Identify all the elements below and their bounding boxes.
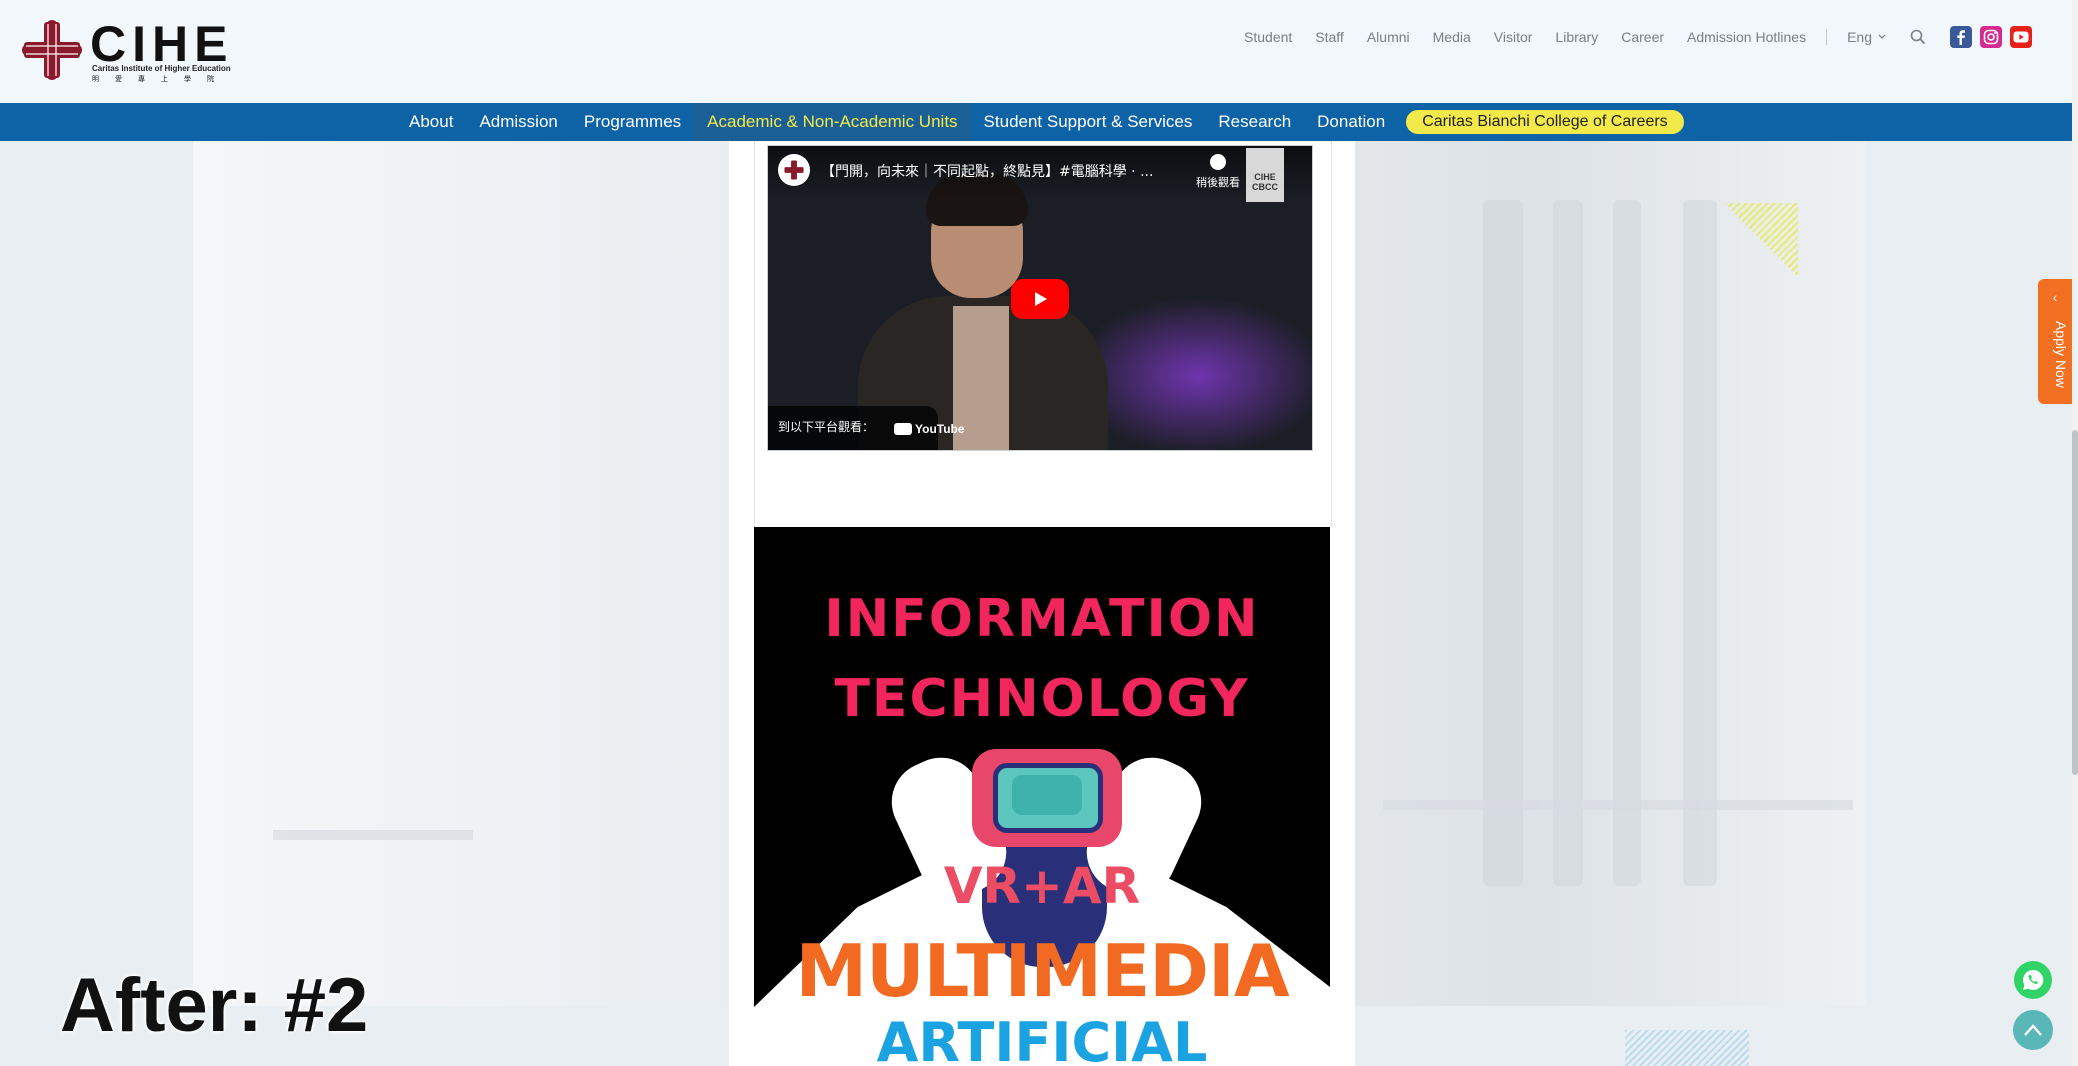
comparison-label: After: #2 (60, 963, 369, 1048)
caritas-cross-icon (784, 160, 804, 180)
poster-line-technology: TECHNOLOGY (834, 669, 1250, 729)
bg-bench (273, 830, 473, 840)
topnav-media[interactable]: Media (1433, 29, 1471, 45)
nav-bianchi-college[interactable]: Caritas Bianchi College of Careers (1406, 110, 1684, 134)
whatsapp-button[interactable] (2014, 961, 2052, 999)
page-scrollbar[interactable] (2072, 0, 2078, 1066)
facebook-icon[interactable] (1950, 26, 1972, 48)
programme-poster: INFORMATION TECHNOLOGY VR+AR MULTIMEDIA … (754, 527, 1330, 1066)
nav-admission[interactable]: Admission (466, 103, 570, 141)
nav-research[interactable]: Research (1205, 103, 1304, 141)
poster-line-vr-ar: VR+AR (943, 857, 1141, 915)
topnav-admission-hotlines[interactable]: Admission Hotlines (1687, 29, 1806, 45)
clock-icon (1210, 154, 1226, 170)
chevron-left-icon: ‹ (2052, 289, 2058, 305)
logo-subtitle: Caritas Institute of Higher Education (92, 64, 231, 73)
site-header: CIHE Caritas Institute of Higher Educati… (0, 0, 2072, 103)
main-nav: About Admission Programmes Academic & No… (0, 103, 2072, 141)
search-icon[interactable] (1910, 29, 1926, 45)
topnav-student[interactable]: Student (1244, 29, 1292, 45)
logo-wordmark: CIHE (90, 16, 234, 72)
utility-nav: Student Staff Alumni Media Visitor Libra… (1221, 26, 2032, 48)
nav-about[interactable]: About (396, 103, 466, 141)
chevron-down-icon (1878, 34, 1886, 39)
youtube-embed[interactable]: 【門開，向未來｜不同起點，終點見】#電腦科學 · ... 稍後觀看 CIHE C… (767, 145, 1313, 451)
channel-avatar[interactable] (778, 154, 810, 186)
topnav-staff[interactable]: Staff (1315, 29, 1344, 45)
youtube-icon (894, 423, 912, 435)
topnav-alumni[interactable]: Alumni (1367, 29, 1410, 45)
youtube-logo[interactable]: YouTube (894, 422, 965, 436)
cihe-logo[interactable]: CIHE Caritas Institute of Higher Educati… (22, 16, 236, 83)
whatsapp-icon (2023, 969, 2044, 990)
instagram-icon[interactable] (1980, 26, 2002, 48)
poster-vr-lens-inner (1012, 775, 1082, 815)
nav-student-support[interactable]: Student Support & Services (971, 103, 1206, 141)
topnav-career[interactable]: Career (1621, 29, 1664, 45)
bg-pillar (1683, 200, 1717, 886)
bg-pillar (1553, 200, 1583, 886)
topnav-library[interactable]: Library (1555, 29, 1598, 45)
topnav-visitor[interactable]: Visitor (1494, 29, 1533, 45)
language-selector[interactable]: Eng (1847, 29, 1886, 45)
apply-now-label: Apply Now (2053, 321, 2069, 388)
poster-line-multimedia: MULTIMEDIA (795, 929, 1289, 1013)
nav-donation[interactable]: Donation (1304, 103, 1398, 141)
channel-watermark: CIHE CBCC (1246, 148, 1284, 202)
decorative-striped-block (1625, 1030, 1749, 1066)
logo-subtitle-zh: 明愛專上學院 (92, 76, 230, 83)
poster-line-artificial: ARTIFICIAL (876, 1011, 1208, 1066)
bg-pillar (1613, 200, 1641, 886)
nav-academic-units[interactable]: Academic & Non-Academic Units (694, 103, 971, 141)
bg-pillar (1483, 200, 1523, 886)
play-icon (1035, 292, 1047, 306)
video-title[interactable]: 【門開，向未來｜不同起點，終點見】#電腦科學 · ... (821, 161, 1153, 181)
youtube-logo-text: YouTube (915, 422, 965, 436)
play-button[interactable] (1011, 279, 1069, 319)
apply-now-tab[interactable]: ‹ Apply Now (2038, 279, 2072, 404)
topnav-divider (1826, 29, 1828, 45)
bg-beam (1383, 800, 1853, 810)
language-label: Eng (1847, 29, 1872, 45)
youtube-icon[interactable] (2010, 26, 2032, 48)
scrollbar-thumb[interactable] (2072, 430, 2078, 775)
watch-later-label: 稍後觀看 (1196, 176, 1240, 189)
chevron-up-icon (2024, 1024, 2042, 1036)
caritas-cross-icon (22, 20, 82, 80)
poster-line-information: INFORMATION (824, 589, 1260, 649)
back-to-top-button[interactable] (2013, 1010, 2053, 1050)
watch-later-button[interactable]: 稍後觀看 (1188, 154, 1248, 190)
nav-programmes[interactable]: Programmes (571, 103, 694, 141)
watch-on-label: 到以下平台觀看： (778, 420, 875, 434)
